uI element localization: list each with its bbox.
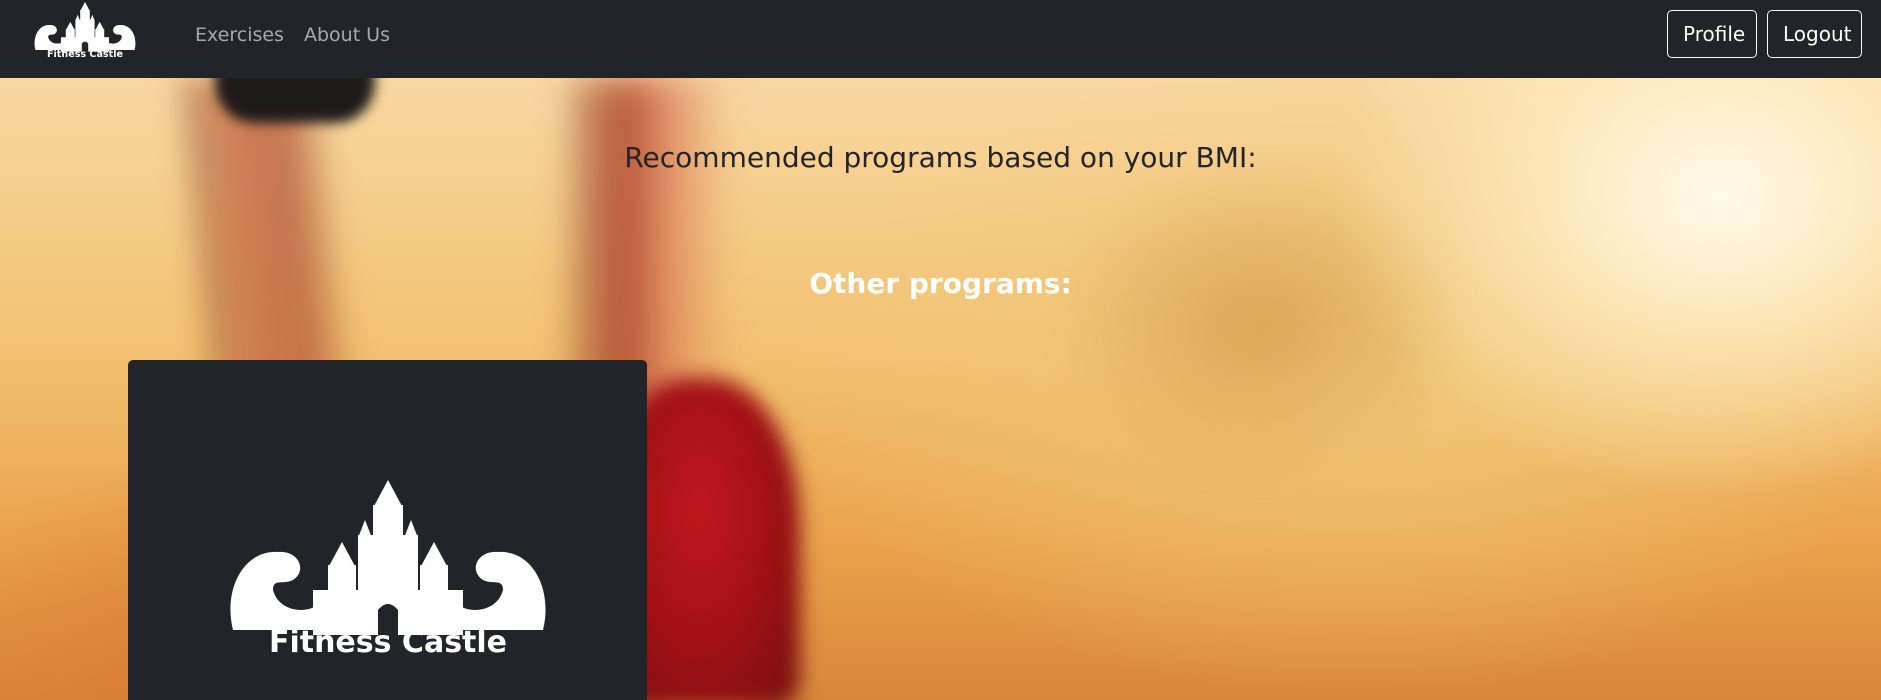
other-programs-heading: Other programs: xyxy=(809,267,1072,300)
fitness-castle-logo[interactable]: Fitness Castle xyxy=(30,2,140,58)
profile-button[interactable]: Profile xyxy=(1667,10,1757,58)
svg-text:Fitness Castle: Fitness Castle xyxy=(47,49,124,58)
nav-link-exercises[interactable]: Exercises xyxy=(195,24,284,46)
runner-shorts xyxy=(215,78,375,123)
top-navbar: Fitness Castle Exercises About Us Profil… xyxy=(0,0,1881,78)
recommended-programs-heading: Recommended programs based on your BMI: xyxy=(624,141,1257,174)
svg-text:Fitness Castle: Fitness Castle xyxy=(269,625,507,655)
fitness-castle-card-logo: Fitness Castle xyxy=(230,480,546,655)
logout-button[interactable]: Logout xyxy=(1767,10,1862,58)
nav-link-about-us[interactable]: About Us xyxy=(304,24,390,46)
background-tree xyxy=(1050,158,1470,488)
program-card[interactable]: Fitness Castle xyxy=(128,360,647,700)
